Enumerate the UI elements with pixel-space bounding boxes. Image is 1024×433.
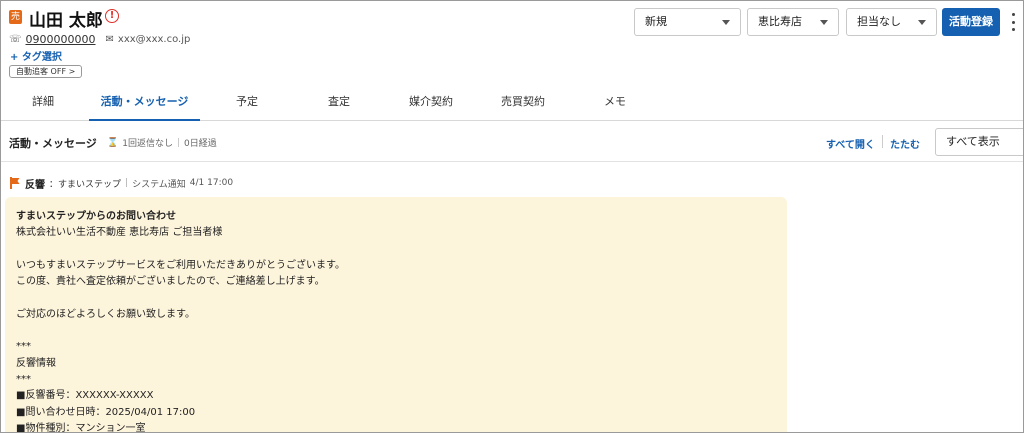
phone-link[interactable]: 0900000000 (26, 33, 96, 46)
reply-status: 1回返信なし (122, 139, 173, 149)
tab-schedule[interactable]: 予定 (219, 87, 275, 121)
message-timestamp: 4/1 17:00 (189, 178, 234, 188)
message-header: 反響 ：すまいステップ | システム通知 4/1 17:00 (9, 176, 234, 191)
message-line (16, 323, 776, 339)
tab-memo[interactable]: メモ (587, 87, 643, 121)
filter-select[interactable]: すべて表示 (935, 128, 1023, 156)
link-divider (882, 135, 883, 148)
message-line: 株式会社いい生活不動産 恵比寿店 ご担当者様 (16, 227, 223, 239)
section-title: 活動・メッセージ (9, 137, 97, 150)
store-select-value: 恵比寿店 (758, 15, 802, 28)
activity-section-bar: 活動・メッセージ ⌛ 1回返信なし | 0日経過 すべて開く たたむ すべて表示 (1, 122, 1023, 162)
message-line: *** (16, 373, 31, 385)
message-divider: | (125, 178, 129, 188)
store-select[interactable]: 恵比寿店 (747, 8, 839, 36)
message-line: この度、貴社へ査定依頼がございましたので、ご連絡差し上げます。 (16, 276, 325, 288)
tab-bar: 詳細 活動・メッセージ 予定 査定 媒介契約 売買契約 メモ (1, 87, 1023, 121)
email-text[interactable]: xxx@xxx.co.jp (118, 34, 190, 45)
tab-appraisal[interactable]: 査定 (311, 87, 367, 121)
section-meta: ⌛ 1回返信なし | 0日経過 (107, 136, 217, 150)
message-source: ：すまいステップ (49, 179, 122, 190)
message-line: ■問い合わせ日時：2025/04/01 17:00 (16, 406, 196, 418)
tab-brokerage-contract[interactable]: 媒介契約 (397, 87, 465, 121)
collapse-button[interactable]: たたむ (890, 136, 920, 151)
hourglass-icon: ⌛ (107, 137, 119, 148)
message-line: ■物件種別：マンション一室 (16, 422, 146, 433)
chevron-down-icon (722, 20, 730, 25)
message-line (16, 242, 776, 258)
flag-icon (9, 177, 21, 189)
message-category: システム通知 (132, 179, 186, 190)
tab-activity-messages[interactable]: 活動・メッセージ (89, 87, 200, 121)
auto-chase-chip[interactable]: 自動追客 OFF > (9, 65, 83, 78)
assignee-select[interactable]: 担当なし (846, 8, 937, 36)
tab-sales-contract[interactable]: 売買契約 (489, 87, 557, 121)
message-kind: 反響 (25, 179, 45, 191)
elapsed-days: 0日経過 (184, 139, 217, 149)
message-line: ご対応のほどよろしくお願い致します。 (16, 308, 195, 320)
register-activity-button[interactable]: 活動登録 (942, 8, 1000, 36)
customer-header: 売 山田 太郎 ! ☏ 0900000000 ✉ xxx@xxx.co.jp +… (1, 1, 1023, 87)
app-frame: 売 山田 太郎 ! ☏ 0900000000 ✉ xxx@xxx.co.jp +… (0, 0, 1024, 433)
meta-divider: | (176, 137, 180, 148)
status-select-value: 新規 (645, 15, 667, 28)
message-line: 反響情報 (16, 357, 56, 369)
status-select[interactable]: 新規 (634, 8, 741, 36)
tab-details[interactable]: 詳細 (15, 87, 71, 121)
alert-circle-icon[interactable]: ! (105, 9, 119, 23)
more-vertical-icon[interactable] (1009, 13, 1017, 31)
expand-all-button[interactable]: すべて開く (826, 136, 875, 151)
message-line: すまいステップからのお問い合わせ (16, 211, 176, 222)
phone-icon: ☏ (9, 33, 22, 45)
message-line (16, 290, 776, 306)
tag-select-link[interactable]: + タグ選択 (10, 48, 62, 63)
assignee-select-value: 担当なし (857, 15, 901, 28)
chevron-down-icon (820, 20, 828, 25)
customer-name: 山田 太郎 (29, 11, 103, 31)
message-line: ■反響番号：XXXXXX-XXXXX (16, 390, 154, 402)
chevron-down-icon (918, 20, 926, 25)
contact-info: ☏ 0900000000 ✉ xxx@xxx.co.jp (9, 32, 190, 46)
message-line: *** (16, 341, 31, 353)
message-body: すまいステップからのお問い合わせ 株式会社いい生活不動産 恵比寿店 ご担当者様 … (5, 197, 787, 433)
mail-icon: ✉ (105, 33, 114, 45)
sale-badge: 売 (9, 10, 22, 24)
message-line: いつもすまいステップサービスをご利用いただきありがとうございます。 (16, 259, 345, 271)
